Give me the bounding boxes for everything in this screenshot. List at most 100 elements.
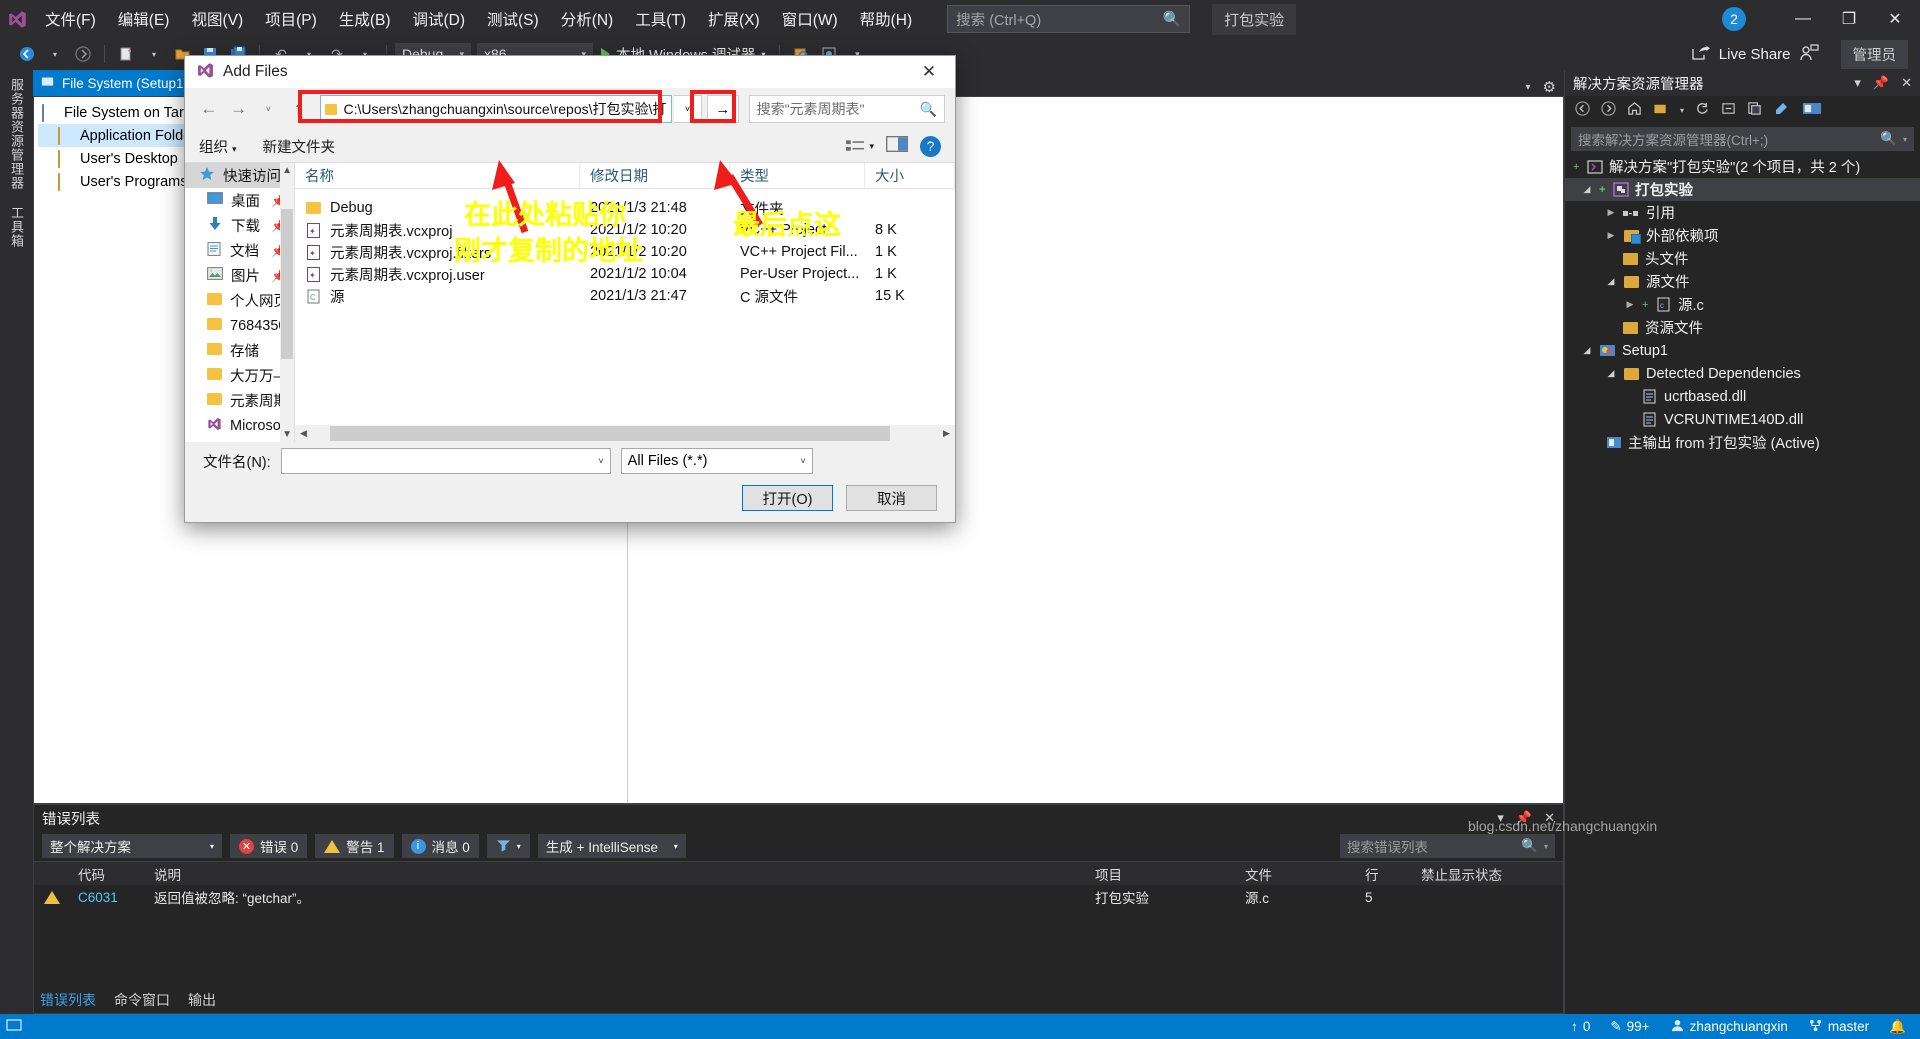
chevron-down-icon[interactable]: ▾: [1538, 842, 1548, 851]
chevron-expanded-icon[interactable]: ◢: [1581, 184, 1593, 195]
pin-icon[interactable]: 📌: [1873, 75, 1889, 91]
menu-item-test[interactable]: 测试(S): [476, 3, 550, 35]
chevron-expanded-icon[interactable]: ◢: [1605, 276, 1617, 287]
menu-item-view[interactable]: 视图(V): [180, 3, 254, 35]
tree-row-external-dependencies[interactable]: ▶ 外部依赖项: [1565, 224, 1920, 247]
nav-pane-scrollbar[interactable]: ▲ ▼: [280, 163, 294, 442]
nav-item-768435048[interactable]: 768435048: [185, 313, 294, 338]
file-row-vcxproj-user[interactable]: ✦ 元素周期表.vcxproj.user 2021/1/2 10:04 Per-…: [295, 263, 955, 285]
address-input[interactable]: C:\Users\zhangchuangxin\source\repos\打包实…: [320, 95, 673, 123]
chevron-expanded-icon[interactable]: ◢: [1605, 368, 1617, 379]
dialog-search-input[interactable]: 搜索"元素周期表" 🔍: [748, 95, 946, 123]
tree-row-project-dabao[interactable]: ◢ + 打包实验: [1565, 178, 1920, 201]
column-header-project[interactable]: 项目: [1087, 864, 1237, 884]
chevron-collapsed-icon[interactable]: ▶: [1605, 230, 1617, 241]
rail-item-toolbox[interactable]: 工具箱: [7, 198, 26, 256]
maximize-button[interactable]: ❐: [1826, 2, 1872, 36]
column-header-date[interactable]: 修改日期: [580, 162, 730, 189]
cancel-button[interactable]: 取消: [846, 485, 937, 511]
scrollbar-thumb[interactable]: [330, 426, 890, 441]
settings-gear-icon[interactable]: ⚙: [1543, 78, 1556, 96]
column-header-suppression[interactable]: 禁止显示状态: [1413, 864, 1563, 884]
main-menu[interactable]: 文件(F) 编辑(E) 视图(V) 项目(P) 生成(B) 调试(D) 测试(S…: [34, 0, 923, 38]
nav-item-documents[interactable]: 文档 📌: [185, 238, 294, 263]
tree-row-source-files[interactable]: ◢ 源文件: [1565, 270, 1920, 293]
menu-item-analyze[interactable]: 分析(N): [550, 3, 625, 35]
nav-item-dawanwan[interactable]: 大万万—精通3: [185, 363, 294, 388]
chevron-down-icon[interactable]: ▾: [1680, 106, 1684, 115]
error-list-search-input[interactable]: 搜索错误列表 🔍 ▾: [1340, 834, 1555, 858]
help-icon[interactable]: ?: [920, 135, 941, 157]
column-header-name[interactable]: 名称: [295, 162, 580, 189]
menu-item-help[interactable]: 帮助(H): [849, 3, 924, 35]
status-publish[interactable]: ↑ 0: [1571, 1019, 1590, 1034]
nav-item-downloads[interactable]: 下载 📌: [185, 213, 294, 238]
menu-item-debug[interactable]: 调试(D): [401, 3, 476, 35]
table-row[interactable]: C6031 返回值被忽略: “getchar”。 打包实验 源.c 5: [34, 885, 1563, 909]
tree-row-solution[interactable]: + 解决方案"打包实验"(2 个项目，共 2 个): [1565, 155, 1920, 178]
live-share-label[interactable]: Live Share: [1719, 46, 1791, 63]
nav-item-quick-access[interactable]: 快速访问: [185, 163, 294, 188]
recent-locations-icon[interactable]: ˅: [255, 95, 283, 123]
solution-explorer-search-input[interactable]: 搜索解决方案资源管理器(Ctrl+;) 🔍 ▾: [1571, 127, 1914, 151]
menu-item-build[interactable]: 生成(B): [328, 3, 402, 35]
quick-search-input[interactable]: 搜索 (Ctrl+Q) 🔍: [947, 5, 1191, 33]
close-button[interactable]: ✕: [1872, 2, 1918, 36]
address-dropdown-button[interactable]: ˅: [674, 95, 702, 123]
notification-badge[interactable]: 2: [1722, 7, 1746, 31]
column-header-type[interactable]: 类型: [730, 162, 865, 189]
chevron-down-icon[interactable]: ▾: [1854, 75, 1861, 91]
messages-filter-button[interactable]: i 消息 0: [401, 834, 479, 858]
warnings-filter-button[interactable]: 警告 1: [315, 834, 394, 858]
scroll-down-icon[interactable]: ▼: [282, 429, 292, 440]
file-type-filter-combo[interactable]: All Files (*.*) ˅: [620, 448, 813, 474]
column-header-size[interactable]: 大小: [865, 162, 955, 189]
chevron-down-icon[interactable]: ▾: [1897, 135, 1907, 144]
back-icon[interactable]: [1575, 101, 1590, 119]
status-pending-edits[interactable]: ✎ 99+: [1610, 1019, 1649, 1035]
collapse-all-icon[interactable]: [1721, 101, 1736, 119]
tree-row-vcruntime140d-dll[interactable]: VCRUNTIME140D.dll: [1565, 408, 1920, 431]
scroll-right-icon[interactable]: ▶: [938, 428, 955, 439]
tree-row-resource-files[interactable]: 资源文件: [1565, 316, 1920, 339]
tree-row-header-files[interactable]: 头文件: [1565, 247, 1920, 270]
back-icon[interactable]: ←: [195, 95, 223, 123]
forward-navigate-icon[interactable]: [70, 42, 96, 66]
nav-item-pictures[interactable]: 图片 📌: [185, 263, 294, 288]
tree-row-detected-dependencies[interactable]: ◢ Detected Dependencies: [1565, 362, 1920, 385]
open-button[interactable]: 打开(O): [742, 485, 833, 511]
tree-row-project-setup1[interactable]: ◢ Setup1: [1565, 339, 1920, 362]
menu-item-project[interactable]: 项目(P): [254, 3, 328, 35]
status-branch[interactable]: master: [1808, 1019, 1869, 1035]
menu-item-file[interactable]: 文件(F): [34, 3, 107, 35]
forward-icon[interactable]: →: [225, 95, 253, 123]
menu-item-window[interactable]: 窗口(W): [771, 3, 849, 35]
errors-filter-button[interactable]: ✕ 错误 0: [230, 834, 308, 858]
file-row-vcxproj-filters[interactable]: ✦ 元素周期表.vcxproj.filters 2021/1/2 10:20 V…: [295, 241, 955, 263]
change-view-button[interactable]: ▾: [846, 139, 874, 154]
tree-row-ucrtbased-dll[interactable]: ucrtbased.dll: [1565, 385, 1920, 408]
filename-input[interactable]: ˅: [280, 448, 611, 474]
home-icon[interactable]: [1627, 101, 1642, 119]
bottom-tab-error-list[interactable]: 错误列表: [40, 990, 96, 1010]
nav-item-periodic-table[interactable]: 元素周期表: [185, 388, 294, 413]
status-notifications[interactable]: 🔔: [1889, 1019, 1906, 1035]
menu-item-extensions[interactable]: 扩展(X): [697, 3, 771, 35]
preview-selected-icon[interactable]: [1802, 101, 1822, 119]
properties-icon[interactable]: [1773, 101, 1789, 120]
bottom-tab-output[interactable]: 输出: [188, 990, 216, 1010]
chevron-collapsed-icon[interactable]: ▶: [1605, 207, 1617, 218]
scroll-left-icon[interactable]: ◀: [295, 428, 312, 439]
column-header-description[interactable]: 说明: [146, 864, 1087, 884]
tree-row-source-c[interactable]: ▶ + c 源.c: [1565, 293, 1920, 316]
dialog-close-button[interactable]: ✕: [909, 57, 949, 87]
nav-item-storage[interactable]: 存储: [185, 338, 294, 363]
file-row-debug[interactable]: Debug 2021/1/3 21:48 文件夹: [295, 197, 955, 219]
nav-item-microsoft-visual[interactable]: Microsoft Visual: [185, 413, 294, 438]
file-row-vcxproj[interactable]: ✦ 元素周期表.vcxproj 2021/1/2 10:20 VC++ Proj…: [295, 219, 955, 241]
rail-item-server-explorer[interactable]: 服务器资源管理器: [7, 70, 26, 198]
organize-button[interactable]: 组织 ▾: [199, 136, 237, 157]
tab-list-dropdown-icon[interactable]: ▾: [1526, 82, 1531, 93]
refresh-icon[interactable]: [1695, 101, 1710, 119]
show-all-files-icon[interactable]: [1747, 101, 1762, 119]
